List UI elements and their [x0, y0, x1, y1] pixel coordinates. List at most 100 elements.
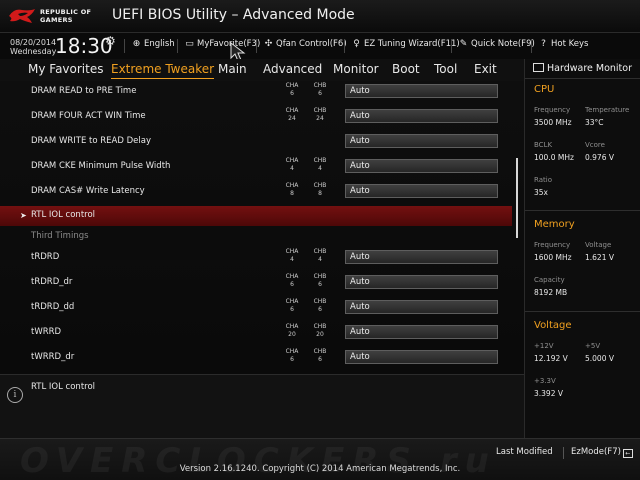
tab-extreme-tweaker[interactable]: Extreme Tweaker	[111, 62, 215, 79]
qfan-control-label: Qfan Control(F6)	[276, 39, 347, 49]
info-bar: 08/20/2014 Wednesday 18:30 ⚙ ⊕ English ▭ M…	[0, 33, 640, 59]
channel-a-label: CHA	[285, 298, 299, 305]
quick-note-button[interactable]: ✎ Quick Note(F9)	[458, 39, 535, 49]
language-label: English	[144, 39, 175, 49]
divider	[563, 447, 564, 459]
voltage-section-title: Voltage	[534, 320, 572, 331]
help-description-area: i RTL IOL control	[0, 374, 524, 438]
cpu-frequency-label: Frequency	[534, 106, 571, 114]
channel-b-value: 20	[316, 331, 324, 338]
channel-a-value: 6	[290, 281, 294, 288]
divider	[451, 39, 452, 53]
setting-value-field[interactable]: Auto	[345, 275, 498, 289]
v12-label: +12V	[534, 342, 554, 350]
note-icon: ✎	[459, 39, 468, 49]
v5-label: +5V	[585, 342, 601, 350]
hot-keys-button[interactable]: ? Hot Keys	[538, 39, 588, 49]
setting-value-field[interactable]: Auto	[345, 250, 498, 264]
v5-value: 5.000 V	[585, 354, 614, 363]
channel-b-value: 6	[318, 281, 322, 288]
setting-value-field[interactable]: Auto	[345, 325, 498, 339]
watermark: OVERCLOCKERS.ru	[20, 441, 497, 480]
channel-b-label: CHB	[313, 82, 327, 89]
memory-voltage-value: 1.621 V	[585, 253, 614, 262]
channel-a-value: 4	[290, 256, 294, 263]
bclk-value: 100.0 MHz	[534, 153, 574, 162]
channel-a-label: CHA	[285, 248, 299, 255]
setting-value-field[interactable]: Auto	[345, 300, 498, 314]
setting-row-trdrd-dd[interactable]: tRDRD_dd CHA 6 CHB 6 Auto	[0, 297, 512, 322]
channel-b-value: 8	[318, 190, 322, 197]
qfan-control-button[interactable]: ✣ Qfan Control(F6)	[263, 39, 347, 49]
setting-value-field[interactable]: Auto	[345, 84, 498, 98]
bclk-label: BCLK	[534, 141, 553, 149]
memory-frequency-value: 1600 MHz	[534, 253, 572, 262]
ez-mode-button[interactable]: EzMode(F7) ←	[571, 447, 633, 458]
setting-value-field[interactable]: Auto	[345, 159, 498, 173]
divider	[256, 39, 257, 53]
hardware-monitor-title: Hardware Monitor	[533, 63, 632, 74]
setting-label: DRAM CAS# Write Latency	[31, 186, 145, 196]
setting-row-dram-read-to-pre-time[interactable]: DRAM READ to PRE Time CHA 6 CHB 6 Auto	[0, 81, 512, 106]
channel-b-value: 6	[318, 90, 322, 97]
channel-b-readout: CHB 24	[308, 107, 332, 123]
channel-a-value: 4	[290, 165, 294, 172]
tab-boot[interactable]: Boot	[392, 62, 420, 76]
v33-label: +3.3V	[534, 377, 556, 385]
setting-value-field[interactable]: Auto	[345, 134, 498, 148]
channel-a-readout: CHA 4	[280, 157, 304, 173]
channel-a-label: CHA	[285, 157, 299, 164]
tab-my-favorites[interactable]: My Favorites	[28, 62, 103, 76]
channel-a-label: CHA	[285, 348, 299, 355]
vcore-label: Vcore	[585, 141, 605, 149]
channel-b-value: 4	[318, 165, 322, 172]
setting-label: tRDRD	[31, 252, 60, 262]
channel-b-readout: CHB 6	[308, 82, 332, 98]
divider	[531, 39, 532, 53]
tab-main[interactable]: Main	[218, 62, 247, 76]
setting-row-twrrd[interactable]: tWRRD CHA 20 CHB 20 Auto	[0, 322, 512, 347]
ez-mode-label: EzMode(F7)	[571, 447, 621, 457]
divider	[525, 311, 640, 312]
divider	[177, 39, 178, 53]
setting-row-trdrd-dr[interactable]: tRDRD_dr CHA 6 CHB 6 Auto	[0, 272, 512, 297]
setting-label: tRDRD_dr	[31, 277, 73, 287]
setting-row-twrrd-dr[interactable]: tWRRD_dr CHA 6 CHB 6 Auto	[0, 347, 512, 372]
channel-b-readout: CHB 4	[308, 248, 332, 264]
setting-value-field[interactable]: Auto	[345, 184, 498, 198]
tab-exit[interactable]: Exit	[474, 62, 497, 76]
exit-arrow-icon: ←	[622, 449, 633, 458]
setting-row-dram-cas-write-latency[interactable]: DRAM CAS# Write Latency CHA 8 CHB 8 Auto	[0, 181, 512, 206]
setting-label: tWRRD	[31, 327, 62, 337]
setting-value-field[interactable]: Auto	[345, 109, 498, 123]
setting-label: DRAM READ to PRE Time	[31, 86, 137, 96]
tab-tool[interactable]: Tool	[434, 62, 457, 76]
language-button[interactable]: ⊕ English	[131, 39, 175, 49]
channel-a-readout: CHA 8	[280, 182, 304, 198]
channel-b-readout: CHB 6	[308, 298, 332, 314]
setting-row-trdrd[interactable]: tRDRD CHA 4 CHB 4 Auto	[0, 247, 512, 272]
tab-advanced[interactable]: Advanced	[263, 62, 322, 76]
vcore-value: 0.976 V	[585, 153, 614, 162]
channel-a-value: 20	[288, 331, 296, 338]
setting-row-dram-cke-minimum-pulse-width[interactable]: DRAM CKE Minimum Pulse Width CHA 4 CHB 4 A…	[0, 156, 512, 181]
page-title: UEFI BIOS Utility – Advanced Mode	[112, 7, 355, 23]
ratio-value: 35x	[534, 188, 548, 197]
clock-settings-gear-icon[interactable]: ⚙	[105, 34, 116, 48]
footer-bar: OVERCLOCKERS.ru Last Modified EzMode(F7)…	[0, 438, 640, 480]
channel-b-readout: CHB 20	[308, 323, 332, 339]
setting-row-dram-write-to-read-delay[interactable]: DRAM WRITE to READ Delay Auto	[0, 131, 512, 156]
section-heading-third-timings: Third Timings	[0, 228, 512, 248]
last-modified-button[interactable]: Last Modified	[496, 447, 553, 457]
setting-row-dram-four-act-win-time[interactable]: DRAM FOUR ACT WIN Time CHA 24 CHB 24 Auto	[0, 106, 512, 131]
info-icon: i	[7, 387, 23, 403]
settings-scrollbar[interactable]	[516, 158, 518, 238]
section-heading-label: Third Timings	[31, 231, 89, 241]
memory-capacity-value: 8192 MB	[534, 288, 568, 297]
submenu-label: RTL IOL control	[31, 210, 96, 220]
ez-tuning-wizard-button[interactable]: ♀ EZ Tuning Wizard(F11)	[351, 39, 460, 49]
setting-value-field[interactable]: Auto	[345, 350, 498, 364]
submenu-rtl-iol-control[interactable]: ➤ RTL IOL control	[0, 206, 512, 226]
tab-monitor[interactable]: Monitor	[333, 62, 379, 76]
setting-label: DRAM FOUR ACT WIN Time	[31, 111, 146, 121]
